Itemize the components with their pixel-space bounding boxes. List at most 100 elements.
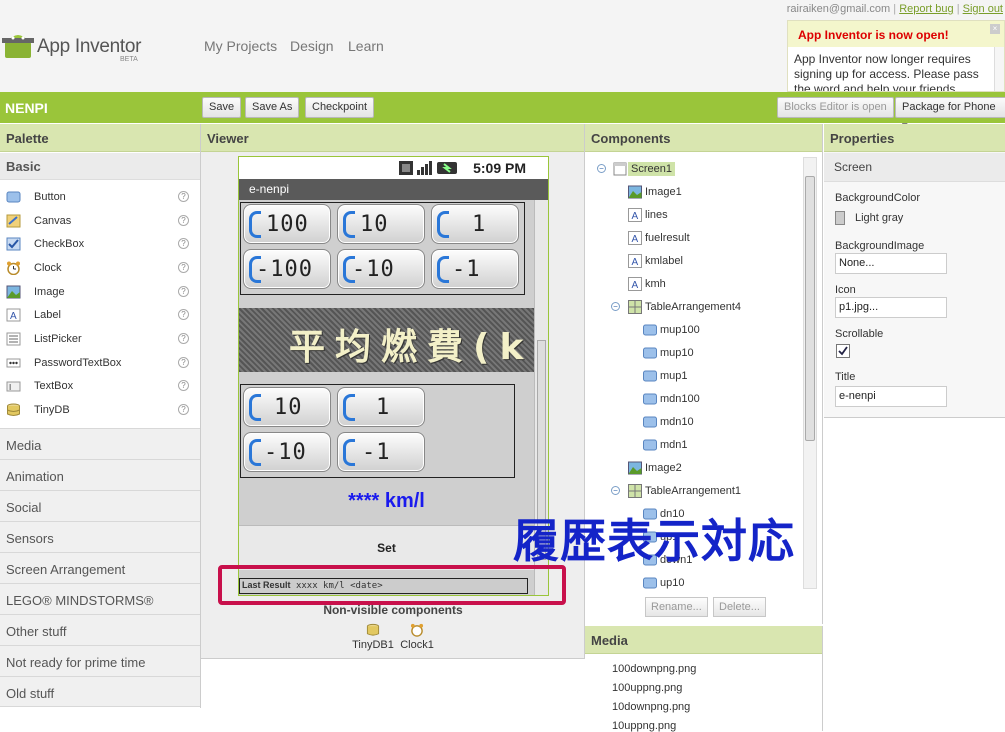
palette-category-basic[interactable]: Basic [0, 153, 200, 180]
arrow-down-icon [343, 439, 355, 466]
components-scrollbar[interactable] [803, 157, 817, 589]
tree-item[interactable]: Akmlabel [585, 252, 800, 272]
set-button[interactable]: Set [239, 525, 534, 570]
mdn1-button[interactable]: -1 [431, 249, 519, 289]
palette-item-image[interactable]: Image ? [0, 282, 200, 305]
tree-item[interactable]: mup100 [585, 321, 800, 341]
palette-item-label[interactable]: A Label ? [0, 305, 200, 328]
tree-item-label: mdn100 [660, 393, 700, 405]
tree-item[interactable]: up10 [585, 574, 800, 594]
palette-category-old-stuff[interactable]: Old stuff [0, 676, 200, 707]
tree-item[interactable]: Image2 [585, 459, 800, 479]
tree-item[interactable]: Afuelresult [585, 229, 800, 249]
up1-button[interactable]: 1 [337, 387, 425, 427]
down1-button[interactable]: -1 [337, 432, 425, 472]
palette-item-canvas[interactable]: Canvas ? [0, 211, 200, 234]
help-icon[interactable]: ? [178, 404, 189, 415]
help-icon[interactable]: ? [178, 380, 189, 391]
collapse-icon[interactable]: − [611, 486, 620, 495]
help-icon[interactable]: ? [178, 262, 189, 273]
save-button[interactable]: Save [202, 97, 242, 118]
delete-button[interactable]: Delete... [713, 597, 766, 617]
mup1-button[interactable]: 1 [431, 204, 519, 244]
nav-my-projects[interactable]: My Projects [204, 38, 277, 54]
palette-item-clock[interactable]: Clock ? [0, 258, 200, 281]
collapse-icon[interactable]: − [611, 302, 620, 311]
nav-learn[interactable]: Learn [348, 38, 384, 54]
title-field[interactable]: e-nenpi [835, 386, 947, 407]
palette-category-lego-mindstorms[interactable]: LEGO® MINDSTORMS® [0, 583, 200, 614]
tree-item[interactable]: Image1 [585, 183, 800, 203]
tree-item[interactable]: Alines [585, 206, 800, 226]
media-file[interactable]: 100downpng.png [612, 663, 696, 675]
help-icon[interactable]: ? [178, 238, 189, 249]
palette-category-media[interactable]: Media [0, 428, 200, 459]
palette-item-textbox[interactable]: I TextBox ? [0, 376, 200, 399]
help-icon[interactable]: ? [178, 286, 189, 297]
background-image-field[interactable]: None... [835, 253, 947, 274]
dn10-button[interactable]: -10 [243, 432, 331, 472]
tree-item[interactable]: mdn100 [585, 390, 800, 410]
palette-item-label: CheckBox [34, 238, 85, 250]
tree-item-label: Image2 [645, 462, 682, 474]
tree-item[interactable]: mdn1 [585, 436, 800, 456]
tree-item[interactable]: Akmh [585, 275, 800, 295]
palette-category-sensors[interactable]: Sensors [0, 521, 200, 552]
up10-button[interactable]: 10 [243, 387, 331, 427]
palette-item-label: TextBox [34, 380, 74, 392]
media-file[interactable]: 10downpng.png [612, 701, 690, 713]
tree-item-label: lines [645, 209, 668, 221]
rename-button[interactable]: Rename... [645, 597, 708, 617]
sign-out-link[interactable]: Sign out [963, 3, 1003, 15]
media-file[interactable]: 100uppng.png [612, 682, 682, 694]
scroll-thumb[interactable] [805, 176, 815, 441]
close-icon[interactable]: × [990, 24, 1000, 34]
mdn10-button[interactable]: -10 [337, 249, 425, 289]
scrollable-checkbox[interactable] [836, 344, 850, 358]
app-name: App Inventor [37, 36, 142, 57]
mup10-button[interactable]: 10 [337, 204, 425, 244]
help-icon[interactable]: ? [178, 191, 189, 202]
palette-category-social[interactable]: Social [0, 490, 200, 521]
icon-field[interactable]: p1.jpg... [835, 297, 947, 318]
nonvisible-clock1[interactable]: Clock1 [387, 623, 447, 651]
collapse-icon[interactable]: − [597, 164, 606, 173]
palette-category-other-stuff[interactable]: Other stuff [0, 614, 200, 645]
arrow-up-icon [343, 394, 355, 421]
help-icon[interactable]: ? [178, 357, 189, 368]
palette-item-button[interactable]: Button ? [0, 187, 200, 210]
palette-item-listpicker[interactable]: ListPicker ? [0, 329, 200, 352]
report-bug-link[interactable]: Report bug [899, 3, 953, 15]
svg-text:A: A [632, 280, 639, 291]
package-for-phone-button[interactable]: Package for Phone ▾ [895, 97, 1005, 132]
help-icon[interactable]: ? [178, 309, 189, 320]
tree-item[interactable]: − Screen1 [585, 160, 800, 180]
checkpoint-button[interactable]: Checkpoint [305, 97, 375, 118]
tree-item[interactable]: mup10 [585, 344, 800, 364]
label-icon: A [628, 208, 642, 222]
tree-item[interactable]: mup1 [585, 367, 800, 387]
help-icon[interactable]: ? [178, 215, 189, 226]
tree-item[interactable]: − TableArrangement1 [585, 482, 800, 502]
blocks-editor-button[interactable]: Blocks Editor is open [777, 97, 894, 118]
mup100-button[interactable]: 100 [243, 204, 331, 244]
tree-item-label: kmh [645, 278, 666, 290]
palette-item-tinydb[interactable]: TinyDB ? [0, 400, 200, 423]
button-icon [643, 416, 657, 428]
app-logo[interactable]: App Inventor BETA [0, 28, 150, 68]
help-icon[interactable]: ? [178, 333, 189, 344]
palette-category-not-ready[interactable]: Not ready for prime time [0, 645, 200, 676]
palette-item-checkbox[interactable]: CheckBox ? [0, 234, 200, 257]
palette-item-passwordtextbox[interactable]: PasswordTextBox ? [0, 353, 200, 376]
media-file[interactable]: 10uppng.png [612, 720, 676, 732]
save-as-button[interactable]: Save As [245, 97, 300, 118]
tree-item[interactable]: mdn10 [585, 413, 800, 433]
mdn100-button[interactable]: -100 [243, 249, 331, 289]
palette-category-screen-arrangement[interactable]: Screen Arrangement [0, 552, 200, 583]
nav-design[interactable]: Design [290, 38, 334, 54]
button-icon [643, 347, 657, 359]
notice-scrollbar[interactable] [994, 47, 1004, 91]
palette-category-animation[interactable]: Animation [0, 459, 200, 490]
tree-item[interactable]: − TableArrangement4 [585, 298, 800, 318]
user-links: rairaiken@gmail.com | Report bug | Sign … [786, 3, 1003, 15]
